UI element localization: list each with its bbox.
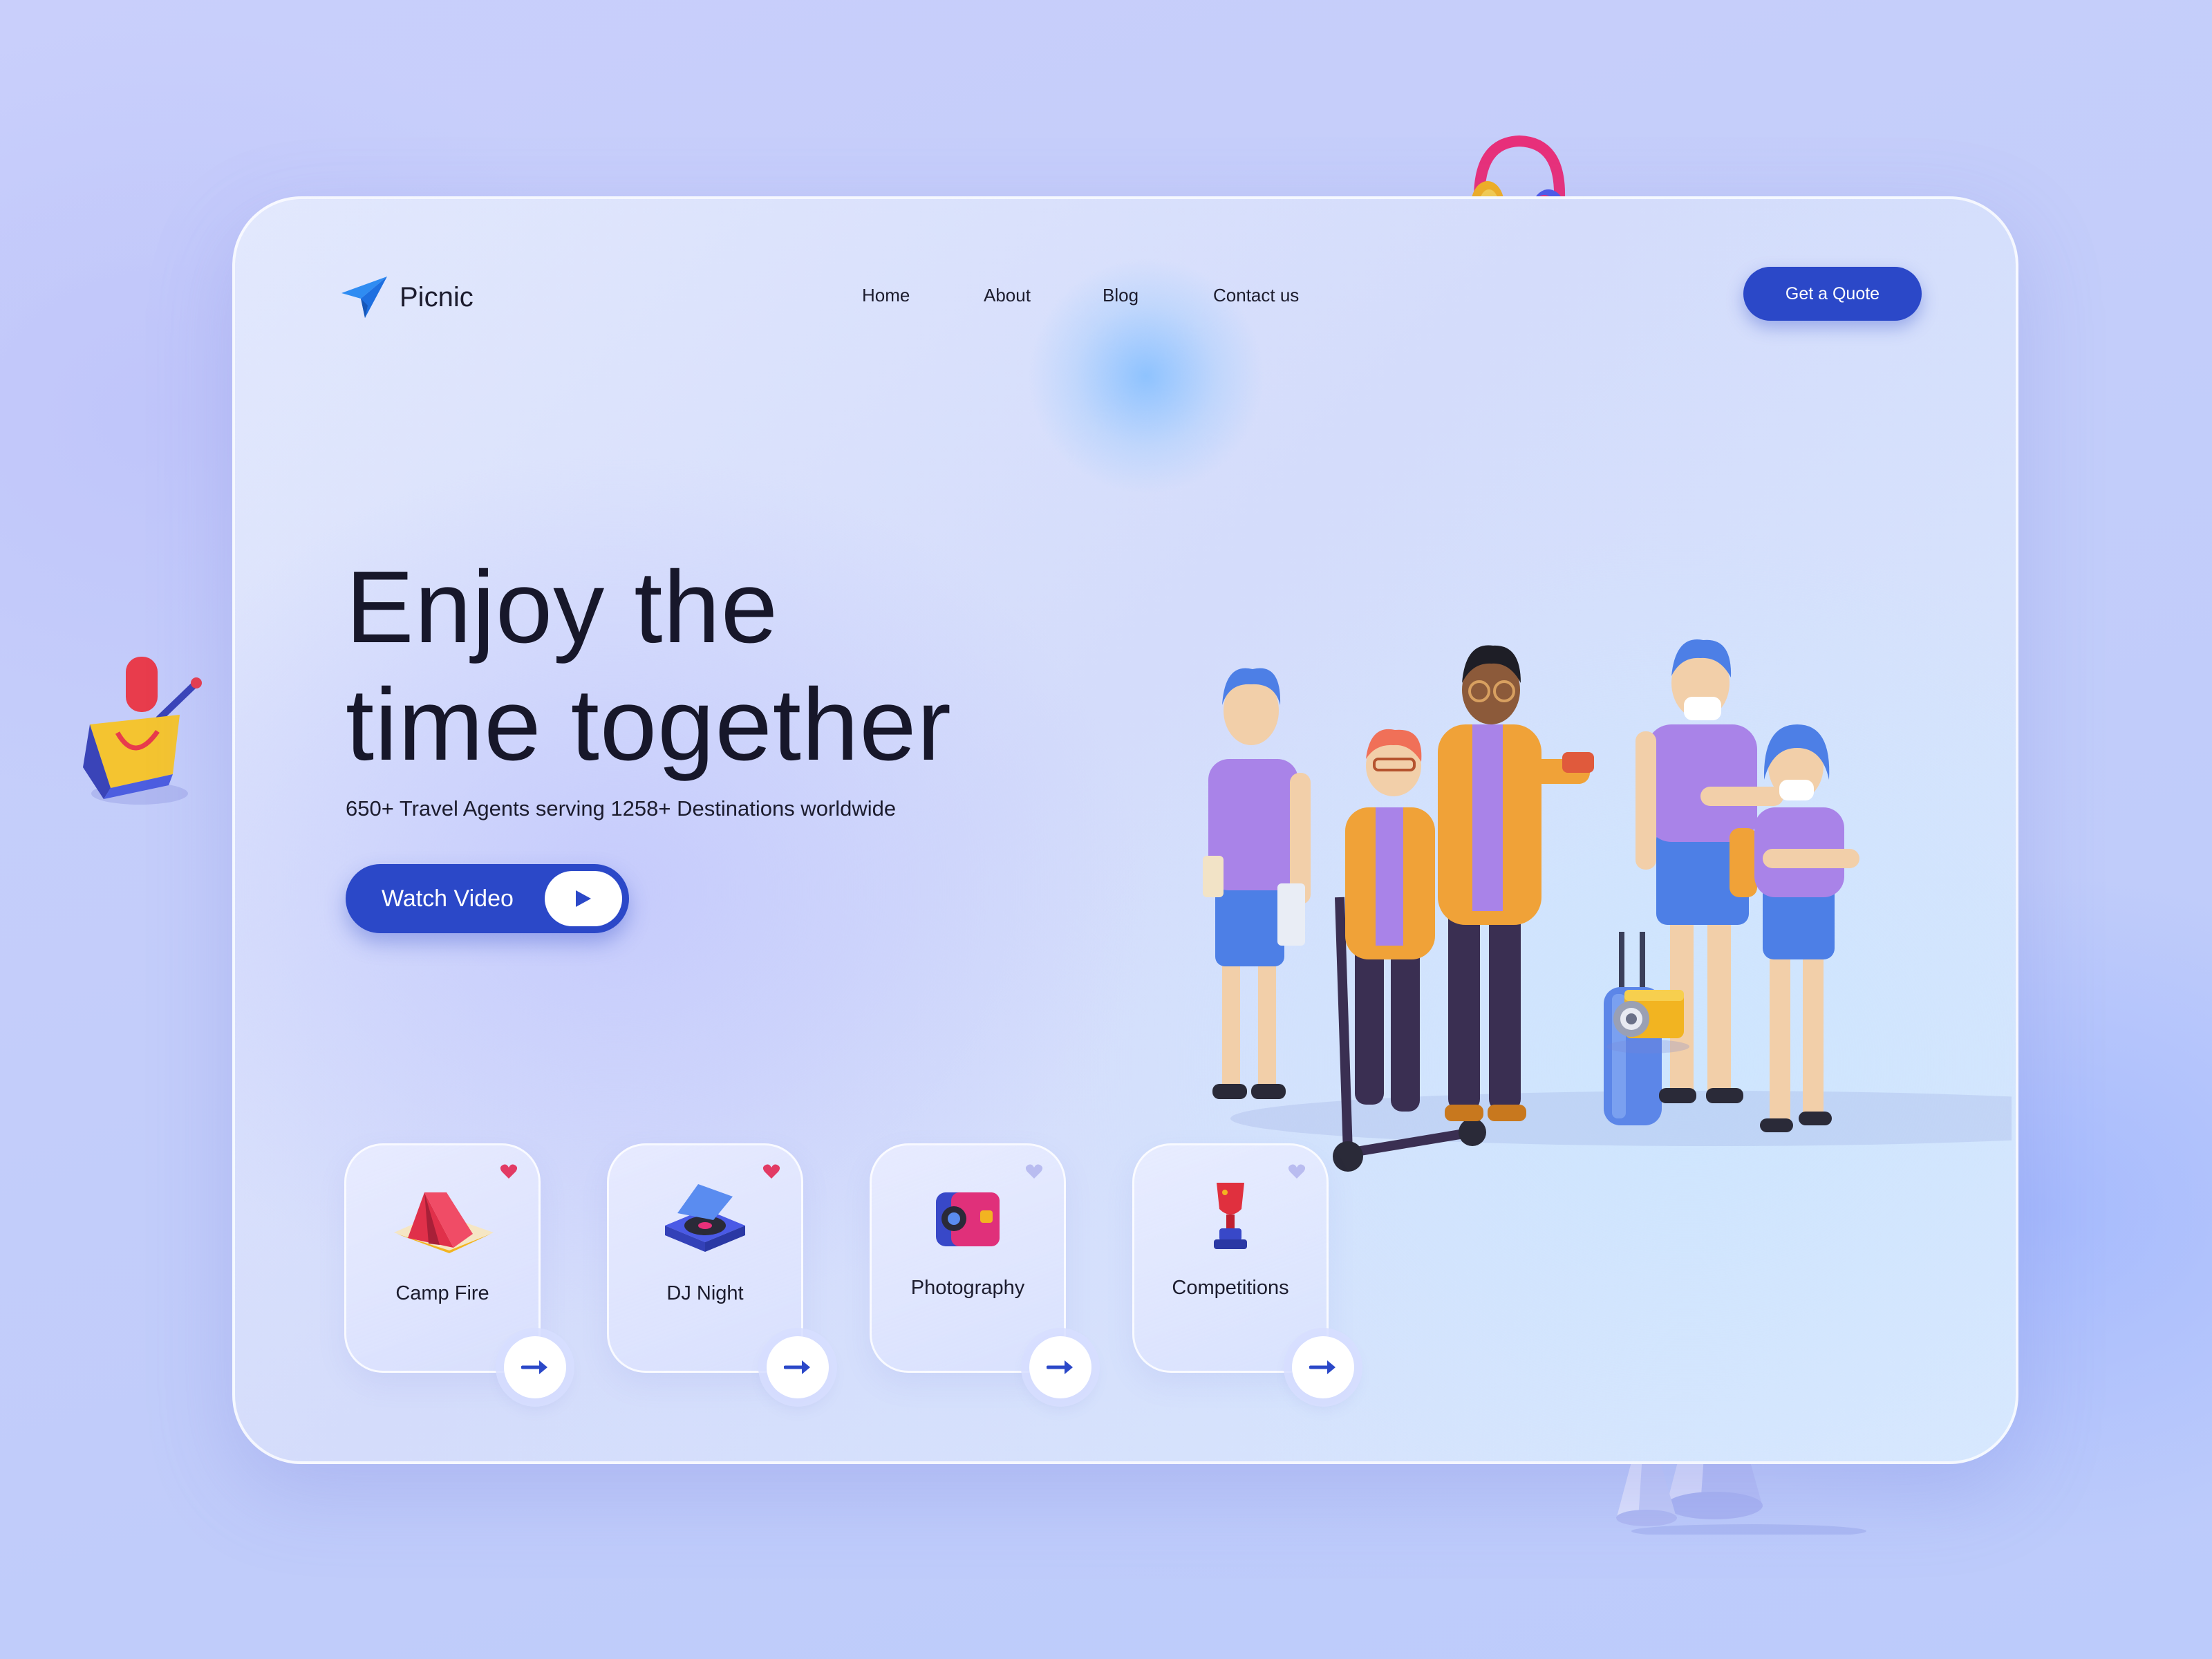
arrow-button[interactable] [504, 1336, 566, 1398]
activity-label: DJ Night [666, 1282, 744, 1304]
get-quote-button[interactable]: Get a Quote [1743, 267, 1922, 321]
travelers-illustration [1203, 639, 2012, 1172]
shopping-bag-icon [83, 657, 202, 805]
tent-icon [394, 1192, 494, 1253]
arrow-button[interactable] [1292, 1336, 1354, 1398]
brand-name: Picnic [400, 281, 474, 312]
trophy-icon [1214, 1183, 1247, 1249]
arrow-button[interactable] [1029, 1336, 1091, 1398]
hero-title-line-1: Enjoy the [346, 550, 779, 664]
play-icon [576, 890, 591, 907]
heart-icon[interactable] [500, 1163, 518, 1180]
camera-icon [936, 1192, 1000, 1246]
play-circle [545, 871, 622, 926]
traveler-1 [1203, 668, 1311, 1099]
brand-logo[interactable]: Picnic [340, 275, 474, 319]
watch-video-label: Watch Video [382, 885, 514, 912]
watch-video-button[interactable]: Watch Video [346, 864, 629, 933]
hero-title: Enjoy the time together [346, 549, 952, 784]
paper-plane-icon [341, 276, 387, 318]
activity-card-photography[interactable]: Photography [870, 1143, 1091, 1398]
hero-title-line-2: time together [346, 668, 952, 782]
nav-link-home[interactable]: Home [862, 285, 910, 306]
activity-label: Photography [910, 1277, 1025, 1299]
activity-card-camp-fire[interactable]: Camp Fire [344, 1143, 566, 1398]
activity-label: Competitions [1172, 1277, 1289, 1299]
arrow-button[interactable] [767, 1336, 829, 1398]
arrow-right-icon [521, 1360, 547, 1374]
activity-label: Camp Fire [395, 1282, 489, 1304]
nav-link-contact[interactable]: Contact us [1213, 285, 1299, 306]
heart-icon[interactable] [1025, 1163, 1043, 1180]
activity-card-competitions[interactable]: Competitions [1132, 1143, 1354, 1398]
traveler-3 [1438, 645, 1594, 1121]
nav-link-about[interactable]: About [984, 285, 1031, 306]
activity-card-dj-night[interactable]: DJ Night [607, 1143, 829, 1398]
landing-card: Picnic Home About Blog Contact us Get a … [232, 196, 2018, 1464]
turntable-icon [665, 1184, 745, 1252]
heart-icon[interactable] [762, 1163, 780, 1180]
hero-subtitle: 650+ Travel Agents serving 1258+ Destina… [346, 796, 897, 821]
camera-decoration [1606, 990, 1689, 1053]
nav-link-blog[interactable]: Blog [1103, 285, 1138, 306]
heart-icon[interactable] [1288, 1163, 1306, 1180]
arrow-right-icon [1309, 1360, 1335, 1374]
top-navbar: Picnic Home About Blog Contact us Get a … [235, 199, 2016, 406]
arrow-right-icon [784, 1360, 810, 1374]
arrow-right-icon [1047, 1360, 1073, 1374]
